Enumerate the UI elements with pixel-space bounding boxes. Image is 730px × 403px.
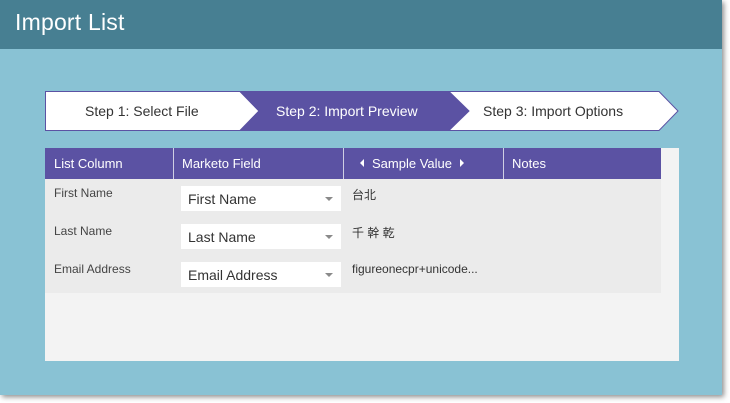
caret-left-icon[interactable] <box>360 159 364 167</box>
table-row: Last Name Last Name 千 幹 乾 <box>45 217 661 255</box>
column-divider <box>503 148 504 179</box>
column-divider <box>173 148 174 179</box>
marketo-field-select[interactable]: Last Name <box>181 224 341 249</box>
title-bar: Import List <box>0 0 722 49</box>
sample-value-cell: 千 幹 乾 <box>352 226 395 240</box>
step-import-preview[interactable]: Step 2: Import Preview <box>276 91 418 131</box>
marketo-field-value: Last Name <box>188 229 256 245</box>
column-header-marketo-field: Marketo Field <box>182 156 261 171</box>
caret-right-icon[interactable] <box>460 159 464 167</box>
import-preview-panel: List Column Marketo Field Sample Value N… <box>45 148 679 361</box>
step-select-file[interactable]: Step 1: Select File <box>85 91 199 131</box>
chevron-down-icon <box>325 197 333 201</box>
table-body: First Name First Name 台北 Last Name Last … <box>45 179 661 293</box>
marketo-field-value: First Name <box>188 191 257 207</box>
marketo-field-select[interactable]: Email Address <box>181 262 341 287</box>
import-list-dialog: Import List Step 1: Select File Step 2: … <box>0 0 722 395</box>
chevron-down-icon <box>325 273 333 277</box>
column-header-notes: Notes <box>512 156 546 171</box>
list-column-cell: Last Name <box>54 224 113 238</box>
list-column-cell: First Name <box>54 186 113 200</box>
column-header-list-column: List Column <box>54 156 123 171</box>
list-column-cell: Email Address <box>54 262 131 276</box>
wizard-steps: Step 1: Select File Step 2: Import Previ… <box>45 91 679 131</box>
table-row: First Name First Name 台北 <box>45 179 661 217</box>
dialog-title: Import List <box>15 9 125 35</box>
step-import-options[interactable]: Step 3: Import Options <box>483 91 623 131</box>
table-row: Email Address Email Address figureonecpr… <box>45 255 661 293</box>
column-divider <box>343 148 344 179</box>
marketo-field-value: Email Address <box>188 267 278 283</box>
sample-value-cell: 台北 <box>352 188 377 202</box>
marketo-field-select[interactable]: First Name <box>181 186 341 211</box>
sample-value-cell: figureonecpr+unicode... <box>352 262 478 276</box>
column-header-sample-value: Sample Value <box>372 156 452 171</box>
chevron-down-icon <box>325 235 333 239</box>
table-header: List Column Marketo Field Sample Value N… <box>45 148 661 179</box>
